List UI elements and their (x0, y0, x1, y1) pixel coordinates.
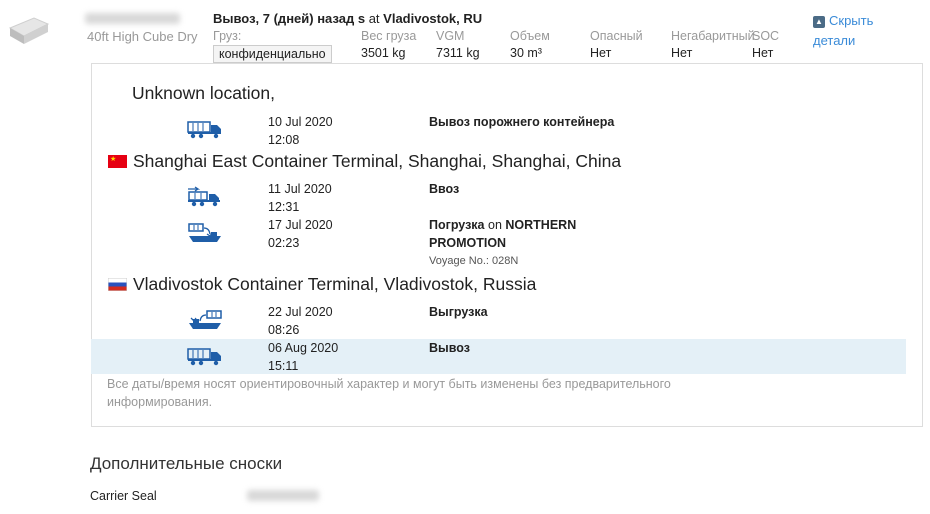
volume-label: Объем (510, 29, 550, 43)
truck-container-icon (187, 348, 221, 366)
event-description: Погрузка on NORTHERN PROMOTION Voyage No… (429, 216, 629, 270)
hide-details-link[interactable]: ▲ Скрыть детали (813, 11, 903, 51)
soc-value: Нет (752, 46, 774, 60)
event-date: 10 Jul 2020 12:08 (268, 115, 333, 147)
cargo-value: конфиденциально (213, 45, 332, 63)
carrier-seal-value-redacted (247, 490, 319, 501)
location-vladivostok: Vladivostok Container Terminal, Vladivos… (108, 274, 536, 295)
hazardous-label: Опасный (590, 29, 643, 43)
hazardous-value: Нет (590, 46, 612, 60)
container-number-redacted (85, 13, 180, 24)
event-description: Вывоз порожнего контейнера (429, 115, 615, 129)
event-date: 06 Aug 2020 15:11 (268, 341, 339, 373)
container-icon (8, 17, 50, 44)
disclaimer-text: Все даты/время носят ориентировочный хар… (107, 377, 671, 409)
additional-footnotes-heading: Дополнительные сноски (90, 454, 283, 473)
location-unknown: Unknown location, (132, 83, 275, 103)
carrier-seal-label: Carrier Seal (90, 489, 157, 503)
event-description: Выгрузка (429, 305, 488, 319)
event-description: Ввоз (429, 182, 460, 196)
weight-label: Вес груза (361, 29, 417, 43)
voyage-number: Voyage No.: 028N (429, 255, 519, 267)
oversized-value: Нет (671, 46, 693, 60)
event-description: Вывоз (429, 341, 470, 355)
weight-value: 3501 kg (361, 46, 406, 60)
russia-flag-icon (108, 278, 127, 291)
volume-value: 30 m³ (510, 46, 542, 60)
event-date: 22 Jul 2020 08:26 (268, 305, 333, 337)
vgm-value: 7311 kg (436, 46, 480, 60)
oversized-label: Негабаритный (671, 29, 755, 43)
soc-label: SOC (752, 29, 780, 43)
collapse-icon: ▲ (813, 16, 825, 28)
cargo-label: Груз: (213, 29, 242, 43)
location-shanghai: Shanghai East Container Terminal, Shangh… (108, 151, 621, 172)
last-event-summary: Вывоз, 7 (дней) назад s at Vladivostok, … (213, 11, 483, 26)
gate-in-icon (188, 186, 220, 207)
event-date: 17 Jul 2020 02:23 (268, 218, 333, 250)
vgm-label: VGM (436, 29, 465, 43)
vessel-discharge-icon (189, 310, 222, 329)
container-type: 40ft High Cube Dry (87, 29, 198, 44)
china-flag-icon (108, 155, 127, 168)
event-date: 11 Jul 2020 12:31 (268, 182, 332, 214)
vessel-loading-icon (188, 223, 221, 242)
truck-container-icon (187, 121, 221, 139)
